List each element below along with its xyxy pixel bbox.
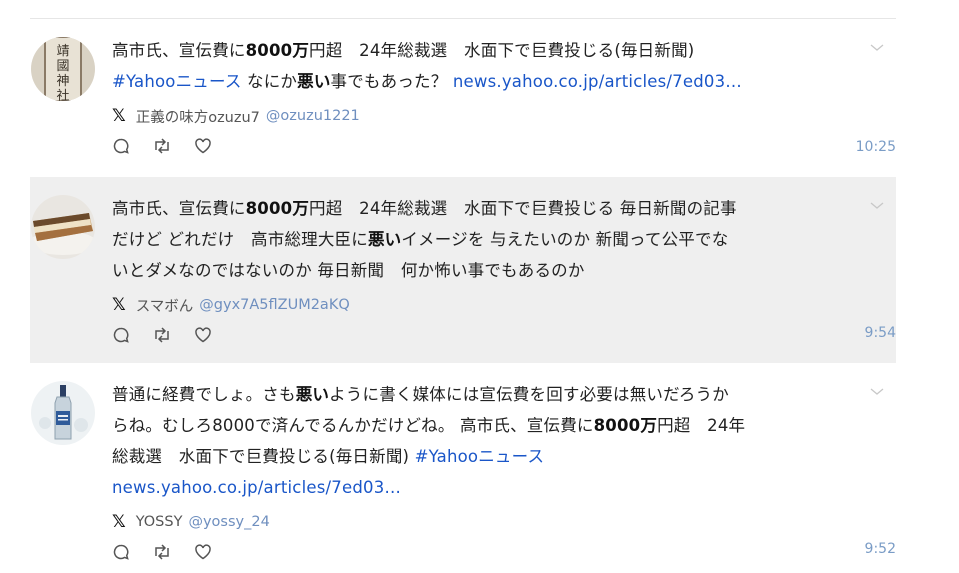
tweet-text-segment: 総裁選 水面下で巨費投じる(毎日新聞) xyxy=(112,447,415,466)
tweet-author[interactable]: 𝕏 スマボん @gyx7A5flZUM2aKQ xyxy=(112,294,832,316)
author-handle[interactable]: @yossy_24 xyxy=(188,514,269,530)
tweet-text-segment: 高市氏、宣伝費に xyxy=(112,41,246,60)
svg-text:神: 神 xyxy=(56,74,69,89)
reply-icon[interactable] xyxy=(112,137,130,155)
tweet-card[interactable]: 高市氏、宣伝費に8000万円超 24年総裁選 水面下で巨費投じる 毎日新聞の記事… xyxy=(30,177,896,363)
tweet-link[interactable]: news.yahoo.co.jp/articles/7ed03… xyxy=(112,478,401,497)
avatar[interactable] xyxy=(31,195,95,259)
retweet-icon[interactable] xyxy=(152,137,172,155)
tweet-actions xyxy=(112,324,832,346)
author-name[interactable]: YOSSY xyxy=(136,514,183,530)
chevron-down-icon[interactable] xyxy=(870,37,884,56)
x-logo-icon: 𝕏 xyxy=(112,106,126,126)
tweet-link[interactable]: #Yahooニュース xyxy=(112,72,242,91)
tweet-text-segment: 普通に経費でしょ。さも xyxy=(112,385,296,404)
tweet-text-segment: 事でもあった？ xyxy=(330,72,453,91)
keyword-highlight: 悪い xyxy=(367,230,402,249)
tweet-text: 高市氏、宣伝費に8000万円超 24年総裁選 水面下で巨費投じる(毎日新聞) #Y… xyxy=(112,35,832,97)
keyword-highlight: 8000万 xyxy=(245,41,310,60)
retweet-icon[interactable] xyxy=(152,326,172,344)
x-logo-icon: 𝕏 xyxy=(112,512,126,532)
keyword-highlight: 悪い xyxy=(295,385,330,404)
author-handle[interactable]: @gyx7A5flZUM2aKQ xyxy=(199,297,349,313)
tweet-author[interactable]: 𝕏 YOSSY @yossy_24 xyxy=(112,511,832,533)
keyword-highlight: 悪い xyxy=(297,72,331,91)
tweet-text-segment: 円超 24年 xyxy=(657,416,746,435)
like-icon[interactable] xyxy=(194,326,212,344)
tweet-text: 高市氏、宣伝費に8000万円超 24年総裁選 水面下で巨費投じる 毎日新聞の記事… xyxy=(112,193,832,286)
tweet-card[interactable]: 靖 國 神 社 高市氏、宣伝費に8000万円超 24年総裁選 水面下で巨費投じる… xyxy=(30,19,896,177)
tweet-card[interactable]: 普通に経費でしょ。さも悪いように書く媒体には宣伝費を回す必要は無いだろうからね。… xyxy=(30,363,896,573)
chevron-down-icon[interactable] xyxy=(870,381,884,400)
reply-icon[interactable] xyxy=(112,326,130,344)
keyword-highlight: 8000万 xyxy=(245,199,310,218)
tweet-text-segment: 円超 24年総裁選 水面下で巨費投じる(毎日新聞) xyxy=(309,41,695,60)
tweet-text-segment: らね。むしろ8000で済んでるんかだけどね。 高市氏、宣伝費に xyxy=(112,416,594,435)
tweet-text-segment: いとダメなのではないのか 毎日新聞 何か怖い事でもあるのか xyxy=(112,261,585,280)
svg-text:社: 社 xyxy=(56,88,69,101)
svg-text:國: 國 xyxy=(56,59,69,74)
tweet-text-segment: だけど どれだけ 高市総理大臣に xyxy=(112,230,368,249)
tweet-actions xyxy=(112,135,832,157)
retweet-icon[interactable] xyxy=(152,543,172,561)
like-icon[interactable] xyxy=(194,543,212,561)
tweet-time[interactable]: 9:52 xyxy=(865,541,896,557)
author-name[interactable]: 正義の味方ozuzu7 xyxy=(136,106,260,127)
tweet-text-segment: イメージを 与えたいのか 新聞って公平でな xyxy=(401,230,729,249)
avatar[interactable] xyxy=(31,381,95,445)
tweet-author[interactable]: 𝕏 正義の味方ozuzu7 @ozuzu1221 xyxy=(112,105,832,127)
tweet-time[interactable]: 9:54 xyxy=(865,325,896,341)
tweet-time[interactable]: 10:25 xyxy=(856,139,896,155)
author-handle[interactable]: @ozuzu1221 xyxy=(266,108,360,124)
keyword-highlight: 8000万 xyxy=(593,416,658,435)
tweet-text-segment: 円超 24年総裁選 水面下で巨費投じる 毎日新聞の記事 xyxy=(309,199,737,218)
tweet-text-segment: なにか xyxy=(241,72,298,91)
tweet-actions xyxy=(112,541,832,563)
tweet-text: 普通に経費でしょ。さも悪いように書く媒体には宣伝費を回す必要は無いだろうからね。… xyxy=(112,379,832,503)
tweet-feed: 靖 國 神 社 高市氏、宣伝費に8000万円超 24年総裁選 水面下で巨費投じる… xyxy=(30,18,896,573)
x-logo-icon: 𝕏 xyxy=(112,295,126,315)
tweet-link[interactable]: news.yahoo.co.jp/articles/7ed03… xyxy=(453,72,742,91)
avatar[interactable]: 靖 國 神 社 xyxy=(31,37,95,101)
tweet-text-segment: 高市氏、宣伝費に xyxy=(112,199,246,218)
like-icon[interactable] xyxy=(194,137,212,155)
chevron-down-icon[interactable] xyxy=(870,195,884,214)
tweet-link[interactable]: #Yahooニュース xyxy=(415,447,545,466)
tweet-text-segment: ように書く媒体には宣伝費を回す必要は無いだろうか xyxy=(329,385,729,404)
author-name[interactable]: スマボん xyxy=(136,295,194,316)
reply-icon[interactable] xyxy=(112,543,130,561)
svg-text:靖: 靖 xyxy=(56,44,69,59)
